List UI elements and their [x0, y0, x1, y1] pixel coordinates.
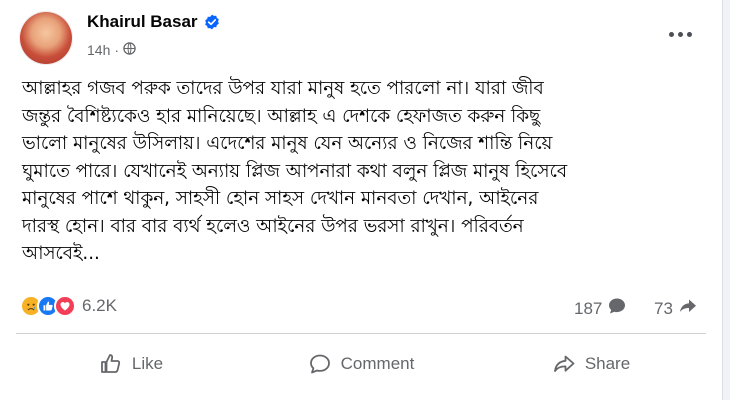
- verified-badge-icon: [204, 14, 220, 30]
- comment-button[interactable]: Comment: [246, 340, 476, 388]
- share-icon: [553, 355, 575, 372]
- like-button[interactable]: Like: [16, 340, 246, 388]
- share-label: Share: [584, 354, 631, 373]
- share-button[interactable]: Share: [476, 340, 706, 388]
- comment-bubble-icon: [607, 296, 627, 321]
- reaction-count[interactable]: 6.2K: [82, 296, 117, 316]
- post-time[interactable]: 14h: [87, 42, 110, 58]
- share-count-value: 73: [654, 298, 673, 318]
- more-dot: [686, 31, 692, 37]
- author-name[interactable]: Khairul Basar: [87, 12, 198, 32]
- divider: [16, 333, 706, 334]
- love-reaction-icon: [54, 295, 76, 317]
- comment-count-value: 187: [574, 298, 603, 318]
- more-dot: [668, 31, 674, 37]
- post-body-text: আল্লাহর গজব পরুক তাদের উপর যারা মানুষ হত…: [22, 78, 567, 264]
- dot-separator: ·: [114, 42, 120, 58]
- like-label: Like: [131, 354, 164, 373]
- share-arrow-icon: [678, 296, 698, 321]
- more-options-button[interactable]: [664, 22, 696, 46]
- post-meta: 14h ·: [87, 42, 136, 58]
- post-card: Khairul Basar 14h · আল্লাহর গজব পরুক তাদ…: [0, 0, 723, 400]
- post-action-bar: Like Comment Share: [16, 340, 706, 388]
- comment-count[interactable]: 187: [574, 296, 627, 321]
- author-row: Khairul Basar: [87, 12, 220, 32]
- comment-icon: [309, 354, 330, 374]
- comment-label: Comment: [340, 354, 415, 373]
- more-dot: [677, 31, 683, 37]
- reactions-summary[interactable]: 6.2K: [20, 295, 117, 317]
- thumbs-up-icon: [101, 354, 121, 373]
- author-avatar[interactable]: [20, 12, 72, 64]
- share-count[interactable]: 73: [654, 296, 698, 321]
- globe-icon[interactable]: [123, 42, 136, 58]
